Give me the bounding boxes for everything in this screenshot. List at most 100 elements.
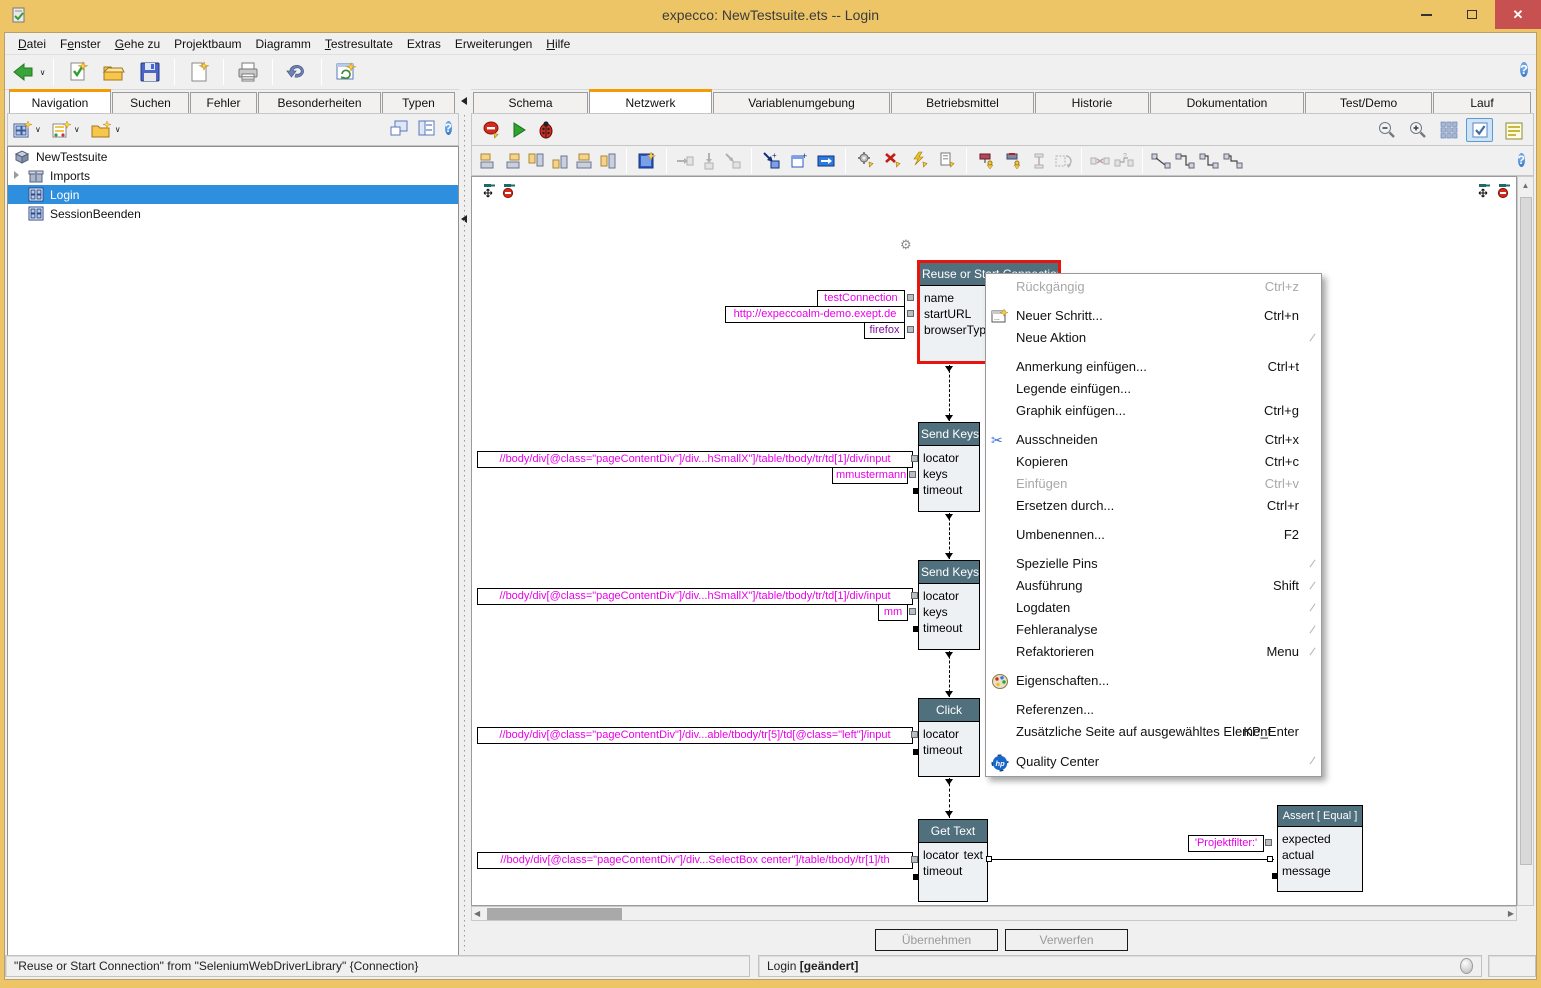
- menu-extras[interactable]: Extras: [400, 35, 448, 53]
- tab-suchen[interactable]: Suchen: [112, 92, 189, 113]
- pin-connector[interactable]: [907, 326, 914, 333]
- pin-connector[interactable]: [911, 856, 918, 863]
- tab-schema[interactable]: Schema: [473, 92, 588, 113]
- value-name[interactable]: testConnection: [817, 290, 905, 307]
- tab-variablenumgebung[interactable]: Variablenumgebung: [713, 92, 890, 113]
- pin-add-bottom-icon[interactable]: [1000, 149, 1027, 173]
- menu-item-umbenennen[interactable]: Umbenennen...F2: [986, 524, 1321, 546]
- zoom-in-icon[interactable]: [1404, 118, 1431, 142]
- node-assert-equal[interactable]: Assert [ Equal ] expected actual message: [1277, 805, 1363, 892]
- menu-item-anmerkung-einfuegen[interactable]: Anmerkung einfügen...Ctrl+t: [986, 356, 1321, 378]
- menu-erweiterungen[interactable]: Erweiterungen: [448, 35, 539, 53]
- remove-breakpoints-icon[interactable]: [478, 118, 505, 142]
- tab-betriebsmittel[interactable]: Betriebsmittel: [891, 92, 1034, 113]
- menu-datei[interactable]: Datei: [11, 35, 53, 53]
- pin-connector[interactable]: [911, 455, 918, 462]
- pin-connector[interactable]: [909, 471, 916, 478]
- menu-item-spezielle-pins[interactable]: Spezielle Pins: [986, 553, 1321, 575]
- add-connector-icon[interactable]: +: [758, 149, 785, 173]
- move-into-icon[interactable]: [673, 149, 697, 173]
- tab-historie[interactable]: Historie: [1035, 92, 1149, 113]
- zoom-out-icon[interactable]: [1373, 118, 1400, 142]
- align-top-icon[interactable]: [524, 149, 548, 173]
- pin-spacing-icon[interactable]: [1027, 149, 1051, 173]
- delete-download-icon[interactable]: [879, 149, 906, 173]
- back-icon[interactable]: ∨: [12, 58, 46, 87]
- tab-typen[interactable]: Typen: [382, 92, 455, 113]
- move-out-icon[interactable]: [721, 149, 745, 173]
- pin-move-icon[interactable]: [480, 183, 496, 199]
- apply-button[interactable]: Übernehmen: [875, 929, 998, 951]
- undo-icon[interactable]: [280, 58, 314, 87]
- pin-block-icon[interactable]: [500, 183, 516, 199]
- checkbox-toggle-icon[interactable]: [1466, 118, 1493, 142]
- menu-item-neuer-schritt[interactable]: ... Neuer Schritt...Ctrl+n: [986, 305, 1321, 327]
- align-left-icon[interactable]: [476, 149, 500, 173]
- menu-item-zusaetzliche-seite[interactable]: Zusätzliche Seite auf ausgewähltes Eleme…: [986, 721, 1321, 743]
- connection-elbow2-icon[interactable]: [1197, 149, 1221, 173]
- menu-item-logdaten[interactable]: Logdaten: [986, 597, 1321, 619]
- align-right-icon[interactable]: [500, 149, 524, 173]
- pin-add-top-icon[interactable]: [973, 149, 1000, 173]
- node-send-keys-2[interactable]: Send Keys locator keys timeout: [918, 560, 980, 650]
- pin-rotate-icon[interactable]: [1051, 149, 1075, 173]
- menu-projektbaum[interactable]: Projektbaum: [167, 35, 248, 53]
- gear-download-icon[interactable]: [852, 149, 879, 173]
- menu-testresultate[interactable]: Testresultate: [318, 35, 400, 53]
- pin-connector[interactable]: [1265, 839, 1272, 846]
- value-locator[interactable]: //body/div[@class="pageContentDiv"]/div.…: [477, 451, 913, 468]
- debug-icon[interactable]: [532, 118, 559, 142]
- value-locator[interactable]: //body/div[@class="pageContentDiv"]/div.…: [477, 852, 913, 869]
- pin-block-icon[interactable]: [1495, 183, 1511, 199]
- open-file-icon[interactable]: [97, 58, 131, 87]
- tab-test-demo[interactable]: Test/Demo: [1305, 92, 1432, 113]
- pin-connector[interactable]: [909, 608, 916, 615]
- menu-item-graphik-einfuegen[interactable]: Graphik einfügen...Ctrl+g: [986, 400, 1321, 422]
- help-icon[interactable]: ?: [1518, 151, 1525, 169]
- box-arrow-icon[interactable]: [812, 149, 839, 173]
- panel-splitter[interactable]: [459, 89, 471, 957]
- menu-item-neue-aktion[interactable]: Neue Aktion: [986, 327, 1321, 349]
- vertical-scrollbar[interactable]: ▲: [1517, 176, 1534, 906]
- tab-lauf[interactable]: Lauf: [1433, 92, 1531, 113]
- pin-timeout-unconnected[interactable]: [913, 874, 919, 880]
- lightning-download-icon[interactable]: [906, 149, 933, 173]
- split-window-icon[interactable]: [417, 119, 437, 137]
- help-icon[interactable]: ?: [1520, 60, 1528, 79]
- pin-text-connector[interactable]: [986, 856, 992, 862]
- fit-window-icon[interactable]: [633, 149, 660, 173]
- gear-icon[interactable]: ⚙: [900, 237, 912, 253]
- new-folder-icon[interactable]: ∨: [90, 120, 121, 140]
- center-vertical-icon[interactable]: [596, 149, 620, 173]
- new-document-icon[interactable]: [182, 58, 216, 87]
- node-send-keys-1[interactable]: Send Keys locator keys timeout: [918, 422, 980, 512]
- menu-item-ausschneiden[interactable]: ✂ AusschneidenCtrl+x: [986, 429, 1321, 451]
- close-button[interactable]: ✕: [1495, 0, 1541, 29]
- tab-netzwerk[interactable]: Netzwerk: [589, 89, 712, 113]
- pin-timeout-unconnected[interactable]: [913, 749, 919, 755]
- expander-icon[interactable]: [14, 171, 19, 179]
- maximize-button[interactable]: [1449, 0, 1495, 29]
- tree-item-sessionbeenden[interactable]: SessionBeenden: [8, 204, 458, 223]
- pin-connector[interactable]: [911, 592, 918, 599]
- new-diagram-icon[interactable]: ∨: [12, 120, 41, 140]
- tree-item-imports[interactable]: Imports: [8, 166, 458, 185]
- pin-connector[interactable]: [911, 731, 918, 738]
- disconnect-icon[interactable]: [1088, 149, 1112, 173]
- tree-item-login[interactable]: Login: [8, 185, 458, 204]
- print-icon[interactable]: [231, 58, 265, 87]
- discard-button[interactable]: Verwerfen: [1005, 929, 1128, 951]
- value-locator[interactable]: //body/div[@class="pageContentDiv"]/div.…: [477, 727, 913, 744]
- menu-item-referenzen[interactable]: Referenzen...: [986, 699, 1321, 721]
- new-item-icon[interactable]: ∨: [51, 120, 80, 140]
- menu-item-quality-center[interactable]: hp Quality Center: [986, 750, 1321, 774]
- menu-item-refaktorieren[interactable]: RefaktorierenMenu: [986, 641, 1321, 663]
- menu-gehe-zu[interactable]: Gehe zu: [108, 35, 167, 53]
- menu-item-fehleranalyse[interactable]: Fehleranalyse: [986, 619, 1321, 641]
- tab-besonderheiten[interactable]: Besonderheiten: [258, 92, 381, 113]
- menu-item-eigenschaften[interactable]: Eigenschaften...: [986, 670, 1321, 692]
- menu-item-ausfuehrung[interactable]: AusführungShift: [986, 575, 1321, 597]
- menu-diagramm[interactable]: Diagramm: [249, 35, 318, 53]
- pin-timeout-unconnected[interactable]: [913, 488, 919, 494]
- value-expected[interactable]: 'Projektfilter:': [1188, 835, 1264, 852]
